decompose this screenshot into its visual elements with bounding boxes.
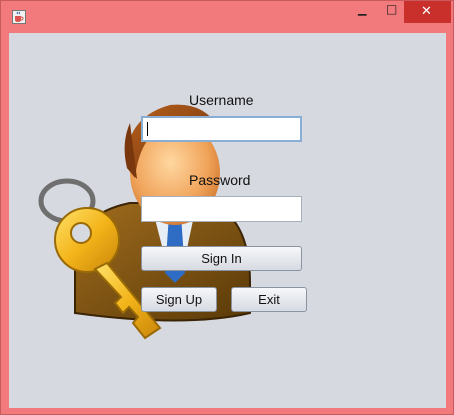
close-button[interactable]: ✕	[404, 1, 451, 23]
exit-button[interactable]: Exit	[231, 287, 307, 312]
minimize-button[interactable]: ▁	[347, 1, 375, 23]
login-window: ▁ □ ✕ Username Password Sign In Sign Up …	[0, 0, 454, 415]
text-caret	[147, 122, 148, 136]
sign-up-button[interactable]: Sign Up	[141, 287, 217, 312]
password-field[interactable]	[141, 196, 302, 222]
username-field[interactable]	[141, 116, 302, 142]
close-icon: ✕	[421, 4, 432, 19]
maximize-button[interactable]: □	[377, 1, 405, 23]
minimize-icon: ▁	[358, 3, 367, 16]
password-label: Password	[189, 172, 251, 188]
sign-in-button[interactable]: Sign In	[141, 246, 302, 271]
java-cup-icon	[12, 10, 26, 24]
maximize-icon: □	[386, 2, 398, 16]
content-panel: Username Password Sign In Sign Up Exit	[9, 33, 446, 408]
username-label: Username	[189, 92, 254, 108]
title-bar[interactable]: ▁ □ ✕	[1, 1, 453, 33]
